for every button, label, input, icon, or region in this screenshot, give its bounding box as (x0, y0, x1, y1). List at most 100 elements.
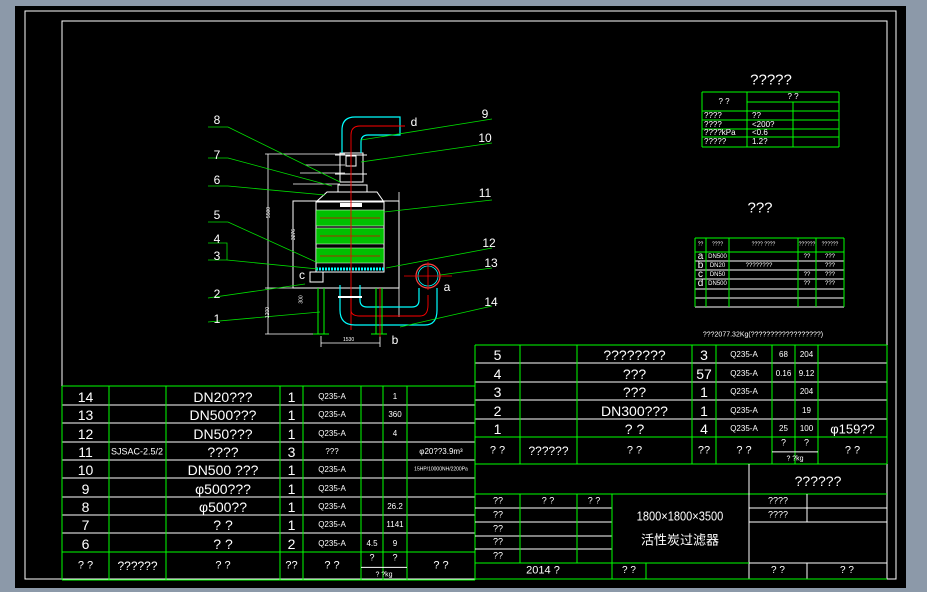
part-name-cell: ??? (622, 384, 647, 400)
weight-note: ???2077.32Kg(??????????????????) (702, 331, 824, 339)
part-total-cell: 1 (392, 391, 398, 401)
company-name: ?????? (794, 473, 842, 489)
part-qty-cell: 2 (287, 535, 296, 552)
header-total-weight: ? (803, 437, 810, 448)
callout-4: 4 (213, 232, 221, 246)
header-name: ? ? (626, 444, 643, 456)
part-qty-cell: 3 (287, 444, 296, 460)
legs (313, 288, 387, 335)
callout-14: 14 (484, 295, 498, 309)
callout-9: 9 (481, 107, 489, 121)
header-unit-weight: ? (780, 437, 787, 448)
header-note: ? ? (844, 444, 861, 456)
header-no: ? ? (489, 444, 506, 456)
callout-3: 3 (213, 249, 221, 263)
part-qty-cell: 1 (287, 499, 296, 515)
part-no-cell: 11 (78, 444, 93, 460)
part-name-cell: φ500?? (198, 499, 248, 515)
part-material-cell: Q235-A (318, 483, 346, 493)
part-material-cell: Q235-A (730, 387, 758, 396)
nozzle-header-cell: ???? ???? (751, 241, 776, 248)
part-no-cell: 9 (81, 480, 90, 497)
sheet-label: ? ? (622, 565, 636, 576)
part-no-cell: 7 (81, 517, 90, 533)
part-material-cell: Q235-A (730, 368, 758, 378)
info-label-1: ???? (767, 495, 789, 506)
header-weight-unit: ? ?kg (786, 455, 804, 463)
part-material-cell: ??? (325, 447, 339, 456)
callout-11: 11 (478, 186, 492, 200)
part-qty-cell: 1 (287, 407, 296, 423)
nozzle-cell: ??? (824, 253, 836, 260)
part-material-cell: Q235-A (318, 391, 346, 401)
part-total-cell: 9.12 (798, 368, 815, 378)
part-total-cell: 19 (802, 405, 811, 415)
spec-value: ?? (752, 110, 761, 120)
header-unit-weight: ? (369, 552, 375, 563)
role-designer: ?? (492, 495, 504, 506)
part-name-cell: ???? (207, 444, 239, 460)
role-checker: ?? (492, 523, 504, 534)
part-total-cell: 204 (799, 350, 814, 359)
part-note-cell: 15HP/10000NH/2200Pa (414, 466, 468, 473)
callout-5: 5 (213, 208, 221, 222)
callout-8: 8 (213, 113, 221, 127)
part-material-cell: Q235-A (318, 520, 346, 529)
spec-value: <0.6 (752, 128, 768, 137)
scale-label: ? ? (771, 565, 785, 576)
part-no-cell: 5 (493, 347, 502, 363)
nozzle-c-flange (309, 271, 324, 283)
part-qty-cell: 4 (700, 421, 708, 437)
role-approver: ?? (492, 550, 504, 561)
nozzle-header-cell: ???? (711, 241, 724, 248)
dim-body-height: 3276 (291, 228, 298, 241)
dim-leg-height: 1200 (265, 306, 272, 319)
dim-overall-height: 5500 (266, 206, 273, 219)
callout-12: 12 (482, 236, 496, 250)
bottom-duct (339, 285, 438, 326)
part-qty-cell: 1 (700, 402, 708, 419)
part-material-cell: Q235-A (318, 410, 346, 419)
part-qty-cell: 1 (287, 462, 296, 478)
header-qty: ?? (285, 559, 298, 572)
header-weight-unit: ? ?kg (375, 571, 393, 579)
callout-6: 6 (213, 173, 221, 187)
nozzle-cell: ??? (824, 281, 836, 287)
header-note: ? ? (433, 559, 449, 572)
part-code-cell: SJSAC-2.5/2 (111, 446, 164, 457)
part-qty-cell: 1 (287, 425, 296, 442)
part-qty-cell: 1 (700, 384, 708, 400)
part-unit-cell: 4.5 (366, 538, 378, 548)
spec-header-value: ? ? (787, 92, 799, 101)
role-reviewer: ?? (492, 536, 504, 547)
part-material-cell: Q235-A (318, 428, 346, 438)
part-unit-cell: 25 (779, 424, 788, 433)
fan-box (339, 152, 364, 183)
part-no-cell: 6 (81, 535, 90, 552)
callout-13: 13 (484, 256, 498, 270)
callout-7: 7 (213, 148, 221, 162)
nozzle-cell: DN500 (708, 253, 727, 260)
part-qty-cell: 57 (696, 365, 712, 382)
part-no-cell: 8 (81, 499, 90, 515)
nozzle-table-title: ??? (747, 199, 773, 217)
header-name: ? ? (215, 559, 231, 572)
part-no-cell: 4 (493, 365, 502, 382)
nozzle-cell: DN500 (708, 281, 727, 287)
nozzle-cell: ??? (824, 271, 836, 278)
nozzle-cell: d (697, 278, 704, 289)
part-name-cell: ? ? (213, 535, 233, 552)
nozzle-d-label: d (410, 115, 418, 129)
part-name-cell: DN20??? (193, 388, 253, 405)
callout-1: 1 (213, 312, 221, 326)
part-name-cell: DN50??? (193, 425, 253, 442)
drawing-title-name: 活性炭过滤器 (640, 533, 720, 549)
nozzle-cell: ?? (803, 271, 811, 278)
part-total-cell: 26.2 (387, 502, 403, 511)
role-header-1: ? ? (541, 495, 555, 506)
outlet-box (337, 184, 368, 193)
part-material-cell: Q235-A (730, 350, 758, 359)
spec-value: 1.2? (752, 137, 768, 146)
dim-bottom-width: 1530 (343, 337, 355, 343)
spec-header-item: ? ? (718, 97, 730, 106)
